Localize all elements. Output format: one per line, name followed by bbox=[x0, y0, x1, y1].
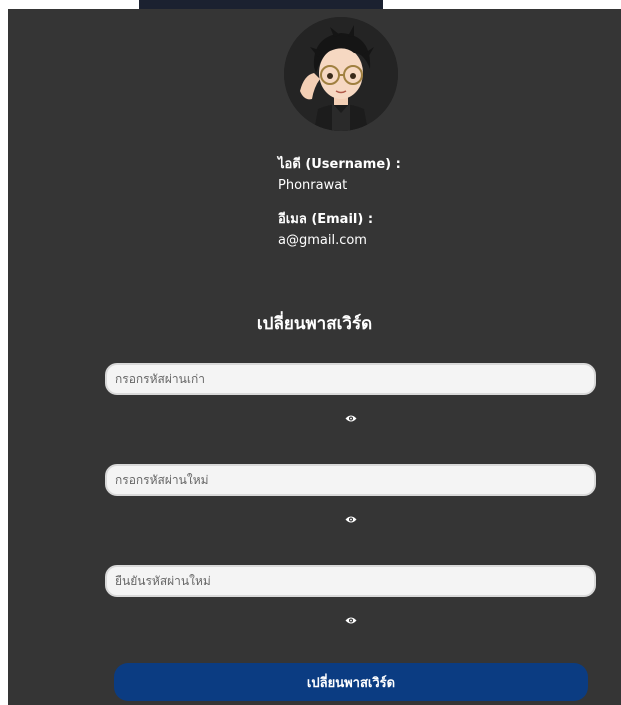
profile-panel: ไอดี (Username) : Phonrawat อีเมล (Email… bbox=[8, 9, 621, 705]
change-password-title: เปลี่ยนพาสเวิร์ด bbox=[256, 314, 373, 334]
new-password-input[interactable] bbox=[105, 464, 596, 496]
toggle-new-password-visibility[interactable] bbox=[345, 515, 357, 524]
username-value: Phonrawat bbox=[278, 178, 348, 193]
old-password-input[interactable] bbox=[105, 363, 596, 395]
toggle-old-password-visibility[interactable] bbox=[345, 414, 357, 423]
toggle-confirm-password-visibility[interactable] bbox=[345, 616, 357, 625]
confirm-password-input[interactable] bbox=[105, 565, 596, 597]
top-header-bar bbox=[139, 0, 383, 9]
eye-icon bbox=[345, 516, 357, 523]
email-value: a@gmail.com bbox=[278, 233, 367, 248]
change-password-button[interactable]: เปลี่ยนพาสเวิร์ด bbox=[114, 663, 588, 701]
username-label: ไอดี (Username) : bbox=[278, 157, 401, 172]
avatar-image bbox=[284, 17, 398, 131]
eye-icon bbox=[345, 415, 357, 422]
avatar bbox=[284, 17, 398, 131]
email-label: อีเมล (Email) : bbox=[278, 212, 374, 227]
email-block: อีเมล (Email) : a@gmail.com bbox=[278, 208, 373, 248]
eye-icon bbox=[345, 617, 357, 624]
username-block: ไอดี (Username) : Phonrawat bbox=[278, 153, 401, 193]
